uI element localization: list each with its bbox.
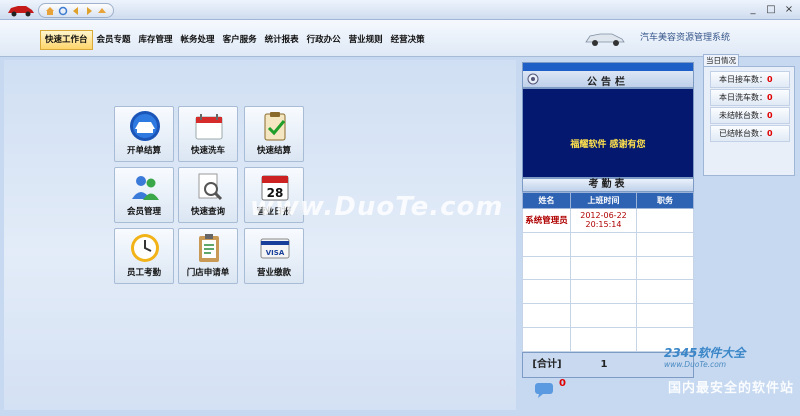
tile-quick-query[interactable]: 快速查询 (178, 167, 238, 223)
menu-item-quick-workbench[interactable]: 快速工作台 (40, 30, 93, 50)
stat-label: 未结帐台数： (719, 111, 767, 120)
attendance-title: 考勤表 (522, 178, 694, 192)
app-car-logo-icon (8, 6, 34, 17)
today-status-panel: 本日接车数：0 本日洗车数：0 未结帐台数：0 已结帐台数：0 (703, 66, 795, 176)
car-logo-icon (585, 33, 625, 46)
tile-label: 快速查询 (190, 207, 225, 217)
attendance-table: 姓名 上班时间 职务 系统管理员 2012-06-22 20:15:14 (522, 192, 694, 352)
tile-label: 营业缴款 (256, 268, 291, 278)
stat-row-received: 本日接车数：0 (710, 71, 790, 88)
cell-start-time: 2012-06-22 20:15:14 (570, 208, 637, 233)
chat-count: 0 (559, 378, 566, 389)
clipboard-icon (199, 234, 219, 262)
maximize-button[interactable]: □ (764, 3, 778, 16)
total-value: 1 (600, 359, 608, 370)
tile-open-order-settlement[interactable]: 开单结算 (114, 106, 174, 162)
table-row (522, 231, 694, 257)
tile-label: 快速洗车 (190, 146, 225, 156)
tile-business-payment[interactable]: VISA 营业缴款 (244, 228, 304, 284)
tile-label: 员工考勤 (126, 268, 161, 278)
menu-item-decisions[interactable]: 经营决策 (387, 30, 429, 50)
menu-item-accounts[interactable]: 帐务处理 (177, 30, 219, 50)
tile-quick-wash[interactable]: 快速洗车 (178, 106, 238, 162)
stat-label: 本日洗车数： (719, 93, 767, 102)
close-button[interactable]: × (782, 3, 796, 16)
main-menu-bar: 快速工作台 会员专题 库存管理 帐务处理 客户服务 统计报表 行政办公 营业规则… (0, 20, 800, 57)
menu-item-business-rules[interactable]: 营业规则 (345, 30, 387, 50)
stat-value: 0 (767, 129, 773, 138)
tile-quick-settlement[interactable]: 快速结算 (244, 106, 304, 162)
tile-store-requisition[interactable]: 门店申请单 (178, 228, 238, 284)
bulletin-title: 公告栏 (587, 77, 629, 88)
back-icon[interactable] (71, 6, 81, 16)
members-icon (132, 176, 159, 200)
table-row (522, 303, 694, 329)
window-controls: _ □ × (746, 3, 796, 16)
tab-today-status[interactable]: 当日情况 (703, 54, 739, 66)
card-badge: VISA (266, 249, 285, 257)
menu-item-members[interactable]: 会员专题 (93, 30, 135, 50)
menu-item-administration[interactable]: 行政办公 (303, 30, 345, 50)
column-header-role: 职务 (636, 192, 694, 209)
search-document-icon (198, 173, 223, 201)
total-label: [合计] (532, 359, 562, 370)
car-settlement-icon (130, 111, 160, 141)
watermark-logo: 2345软件大全 (664, 346, 746, 360)
system-title: 汽车美容资源管理系统 (640, 33, 731, 43)
stat-value: 0 (767, 75, 773, 84)
menu-item-reports[interactable]: 统计报表 (261, 30, 303, 50)
clipboard-check-icon (264, 112, 286, 141)
refresh-icon[interactable] (58, 6, 68, 16)
title-bar: _ □ × (0, 0, 800, 20)
tile-staff-attendance[interactable]: 员工考勤 (114, 228, 174, 284)
forward-icon[interactable] (84, 6, 94, 16)
stat-row-unsettled: 未结帐台数：0 (710, 107, 790, 124)
stat-row-washed: 本日洗车数：0 (710, 89, 790, 106)
watermark-url: www.DuoTe.com (664, 360, 727, 369)
up-icon[interactable] (97, 6, 107, 16)
tile-label: 门店申请单 (186, 268, 230, 278)
watermark-slogan: 国内最安全的软件站 (668, 381, 795, 396)
chat-bubble-icon[interactable] (534, 382, 554, 398)
tile-label: 会员管理 (126, 207, 161, 217)
menu-item-inventory[interactable]: 库存管理 (135, 30, 177, 50)
tile-label: 开单结算 (126, 146, 161, 156)
table-row[interactable]: 系统管理员 2012-06-22 20:15:14 (522, 208, 694, 233)
bulletin-message: 福耀软件 感谢有您 (570, 140, 646, 150)
table-row (522, 279, 694, 305)
stat-label: 已结帐台数： (719, 129, 767, 138)
column-header-name: 姓名 (522, 192, 571, 209)
cell-role (636, 208, 694, 233)
tile-member-management[interactable]: 会员管理 (114, 167, 174, 223)
table-row (522, 255, 694, 281)
stat-row-settled: 已结帐台数：0 (710, 125, 790, 142)
bulletin-top-band (523, 63, 693, 71)
quick-access-toolbar (38, 3, 114, 18)
tile-label: 快速结算 (256, 146, 291, 156)
stat-value: 0 (767, 93, 773, 102)
clock-icon (131, 234, 159, 262)
column-header-start-time: 上班时间 (570, 192, 637, 209)
cell-name: 系统管理员 (522, 208, 571, 233)
bulletin-board: 福耀软件 感谢有您 (522, 88, 694, 178)
watermark: www.DuoTe.com (250, 192, 504, 222)
minimize-button[interactable]: _ (746, 3, 760, 16)
main-menu: 快速工作台 会员专题 库存管理 帐务处理 客户服务 统计报表 行政办公 营业规则… (40, 30, 429, 50)
menu-item-customer-service[interactable]: 客户服务 (219, 30, 261, 50)
home-icon[interactable] (45, 6, 55, 16)
stat-label: 本日接车数： (719, 75, 767, 84)
stat-value: 0 (767, 111, 773, 120)
car-wash-icon (195, 114, 223, 140)
bulletin-header: 公告栏 (522, 62, 694, 88)
credit-card-icon: VISA (260, 238, 290, 259)
